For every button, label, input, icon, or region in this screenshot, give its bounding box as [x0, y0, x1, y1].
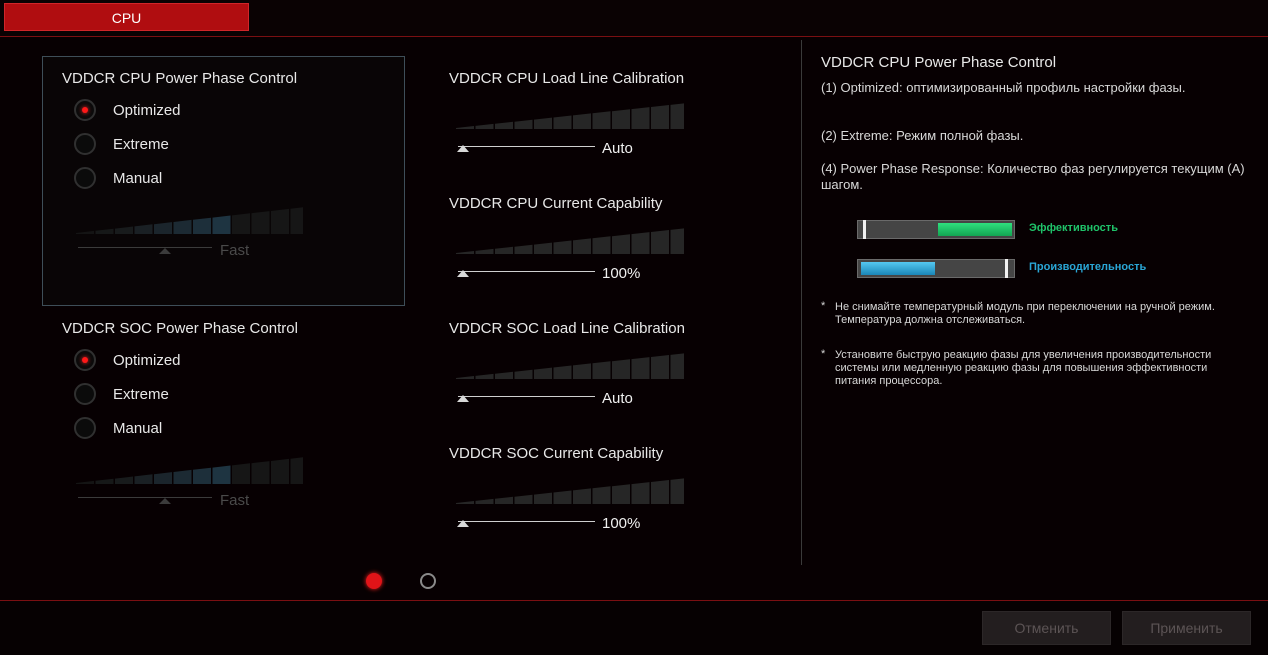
cpu-llc-title: VDDCR CPU Load Line Calibration [449, 70, 685, 87]
cpu-phase-option-manual[interactable]: Manual [74, 167, 162, 189]
radio-icon[interactable] [74, 167, 96, 189]
cpu-phase-slider-track[interactable] [78, 247, 212, 248]
performance-meter-marker [1005, 259, 1008, 278]
efficiency-meter-marker [863, 220, 866, 239]
soc-phase-slider-thumb-icon[interactable] [159, 498, 171, 504]
cpu-current-title: VDDCR CPU Current Capability [449, 195, 663, 212]
soc-phase-slider-track[interactable] [78, 497, 212, 498]
performance-meter [857, 259, 1015, 278]
soc-llc-title: VDDCR SOC Load Line Calibration [449, 320, 685, 337]
soc-phase-slider-value: Fast [220, 492, 250, 509]
performance-label: Производительность [1029, 261, 1147, 273]
soc-phase-option-manual[interactable]: Manual [74, 417, 162, 439]
soc-phase-title: VDDCR SOC Power Phase Control [62, 320, 298, 337]
page-indicator-2[interactable] [420, 573, 436, 589]
radio-selected-icon[interactable] [74, 99, 96, 121]
option-label: Extreme [113, 135, 169, 153]
option-label: Optimized [113, 351, 181, 369]
cpu-current-level-bars [456, 228, 684, 254]
radio-icon[interactable] [74, 133, 96, 155]
tab-cpu[interactable]: CPU [4, 3, 249, 31]
cpu-llc-slider-thumb-icon[interactable] [457, 145, 469, 152]
soc-phase-level-bars [76, 457, 303, 484]
help-note-2: Установите быструю реакцию фазы для увел… [835, 349, 1212, 387]
efficiency-label: Эффективность [1029, 222, 1118, 234]
cpu-llc-slider-track[interactable] [458, 146, 595, 147]
soc-current-slider-track[interactable] [458, 521, 595, 522]
help-paragraph-1: (1) Optimized: оптимизированный профиль … [821, 80, 1186, 95]
soc-current-slider-thumb-icon[interactable] [457, 520, 469, 527]
cpu-current-slider-thumb-icon[interactable] [457, 270, 469, 277]
help-title: VDDCR CPU Power Phase Control [821, 54, 1057, 71]
cpu-current-slider-track[interactable] [458, 271, 595, 272]
option-label: Manual [113, 419, 163, 437]
cpu-phase-slider-thumb-icon[interactable] [159, 248, 171, 254]
radio-selected-icon[interactable] [74, 349, 96, 371]
cancel-button[interactable]: Отменить [982, 611, 1111, 645]
soc-current-title: VDDCR SOC Current Capability [449, 445, 664, 462]
efficiency-meter-fill [938, 223, 1012, 236]
cpu-current-value: 100% [602, 265, 641, 282]
soc-current-value: 100% [602, 515, 641, 532]
help-note-1: Не снимайте температурный модуль при пер… [835, 301, 1215, 326]
option-label: Optimized [113, 101, 181, 119]
soc-llc-value: Auto [602, 390, 633, 407]
panel-divider [801, 40, 802, 565]
cpu-phase-level-bars [76, 207, 303, 234]
cpu-phase-slider-value: Fast [220, 242, 250, 259]
radio-icon[interactable] [74, 417, 96, 439]
top-bar: CPU [0, 0, 1268, 37]
cpu-llc-level-bars [456, 103, 684, 129]
soc-phase-option-optimized[interactable]: Optimized [74, 349, 181, 371]
performance-meter-fill [861, 262, 935, 275]
apply-button[interactable]: Применить [1122, 611, 1251, 645]
help-paragraph-3: (4) Power Phase Response: Количество фаз… [821, 161, 1245, 192]
soc-phase-option-extreme[interactable]: Extreme [74, 383, 169, 405]
option-label: Manual [113, 169, 163, 187]
soc-llc-slider-track[interactable] [458, 396, 595, 397]
page-indicator-1[interactable] [366, 573, 382, 589]
note-1-star-icon: * [821, 300, 826, 312]
cpu-phase-title: VDDCR CPU Power Phase Control [62, 70, 298, 87]
option-label: Extreme [113, 385, 169, 403]
cpu-phase-option-optimized[interactable]: Optimized [74, 99, 181, 121]
note-2-star-icon: * [821, 348, 826, 360]
soc-current-level-bars [456, 478, 684, 504]
cpu-llc-value: Auto [602, 140, 633, 157]
radio-icon[interactable] [74, 383, 96, 405]
help-paragraph-2: (2) Extreme: Режим полной фазы. [821, 128, 1024, 143]
soc-llc-level-bars [456, 353, 684, 379]
soc-llc-slider-thumb-icon[interactable] [457, 395, 469, 402]
cpu-phase-option-extreme[interactable]: Extreme [74, 133, 169, 155]
efficiency-meter [857, 220, 1015, 239]
